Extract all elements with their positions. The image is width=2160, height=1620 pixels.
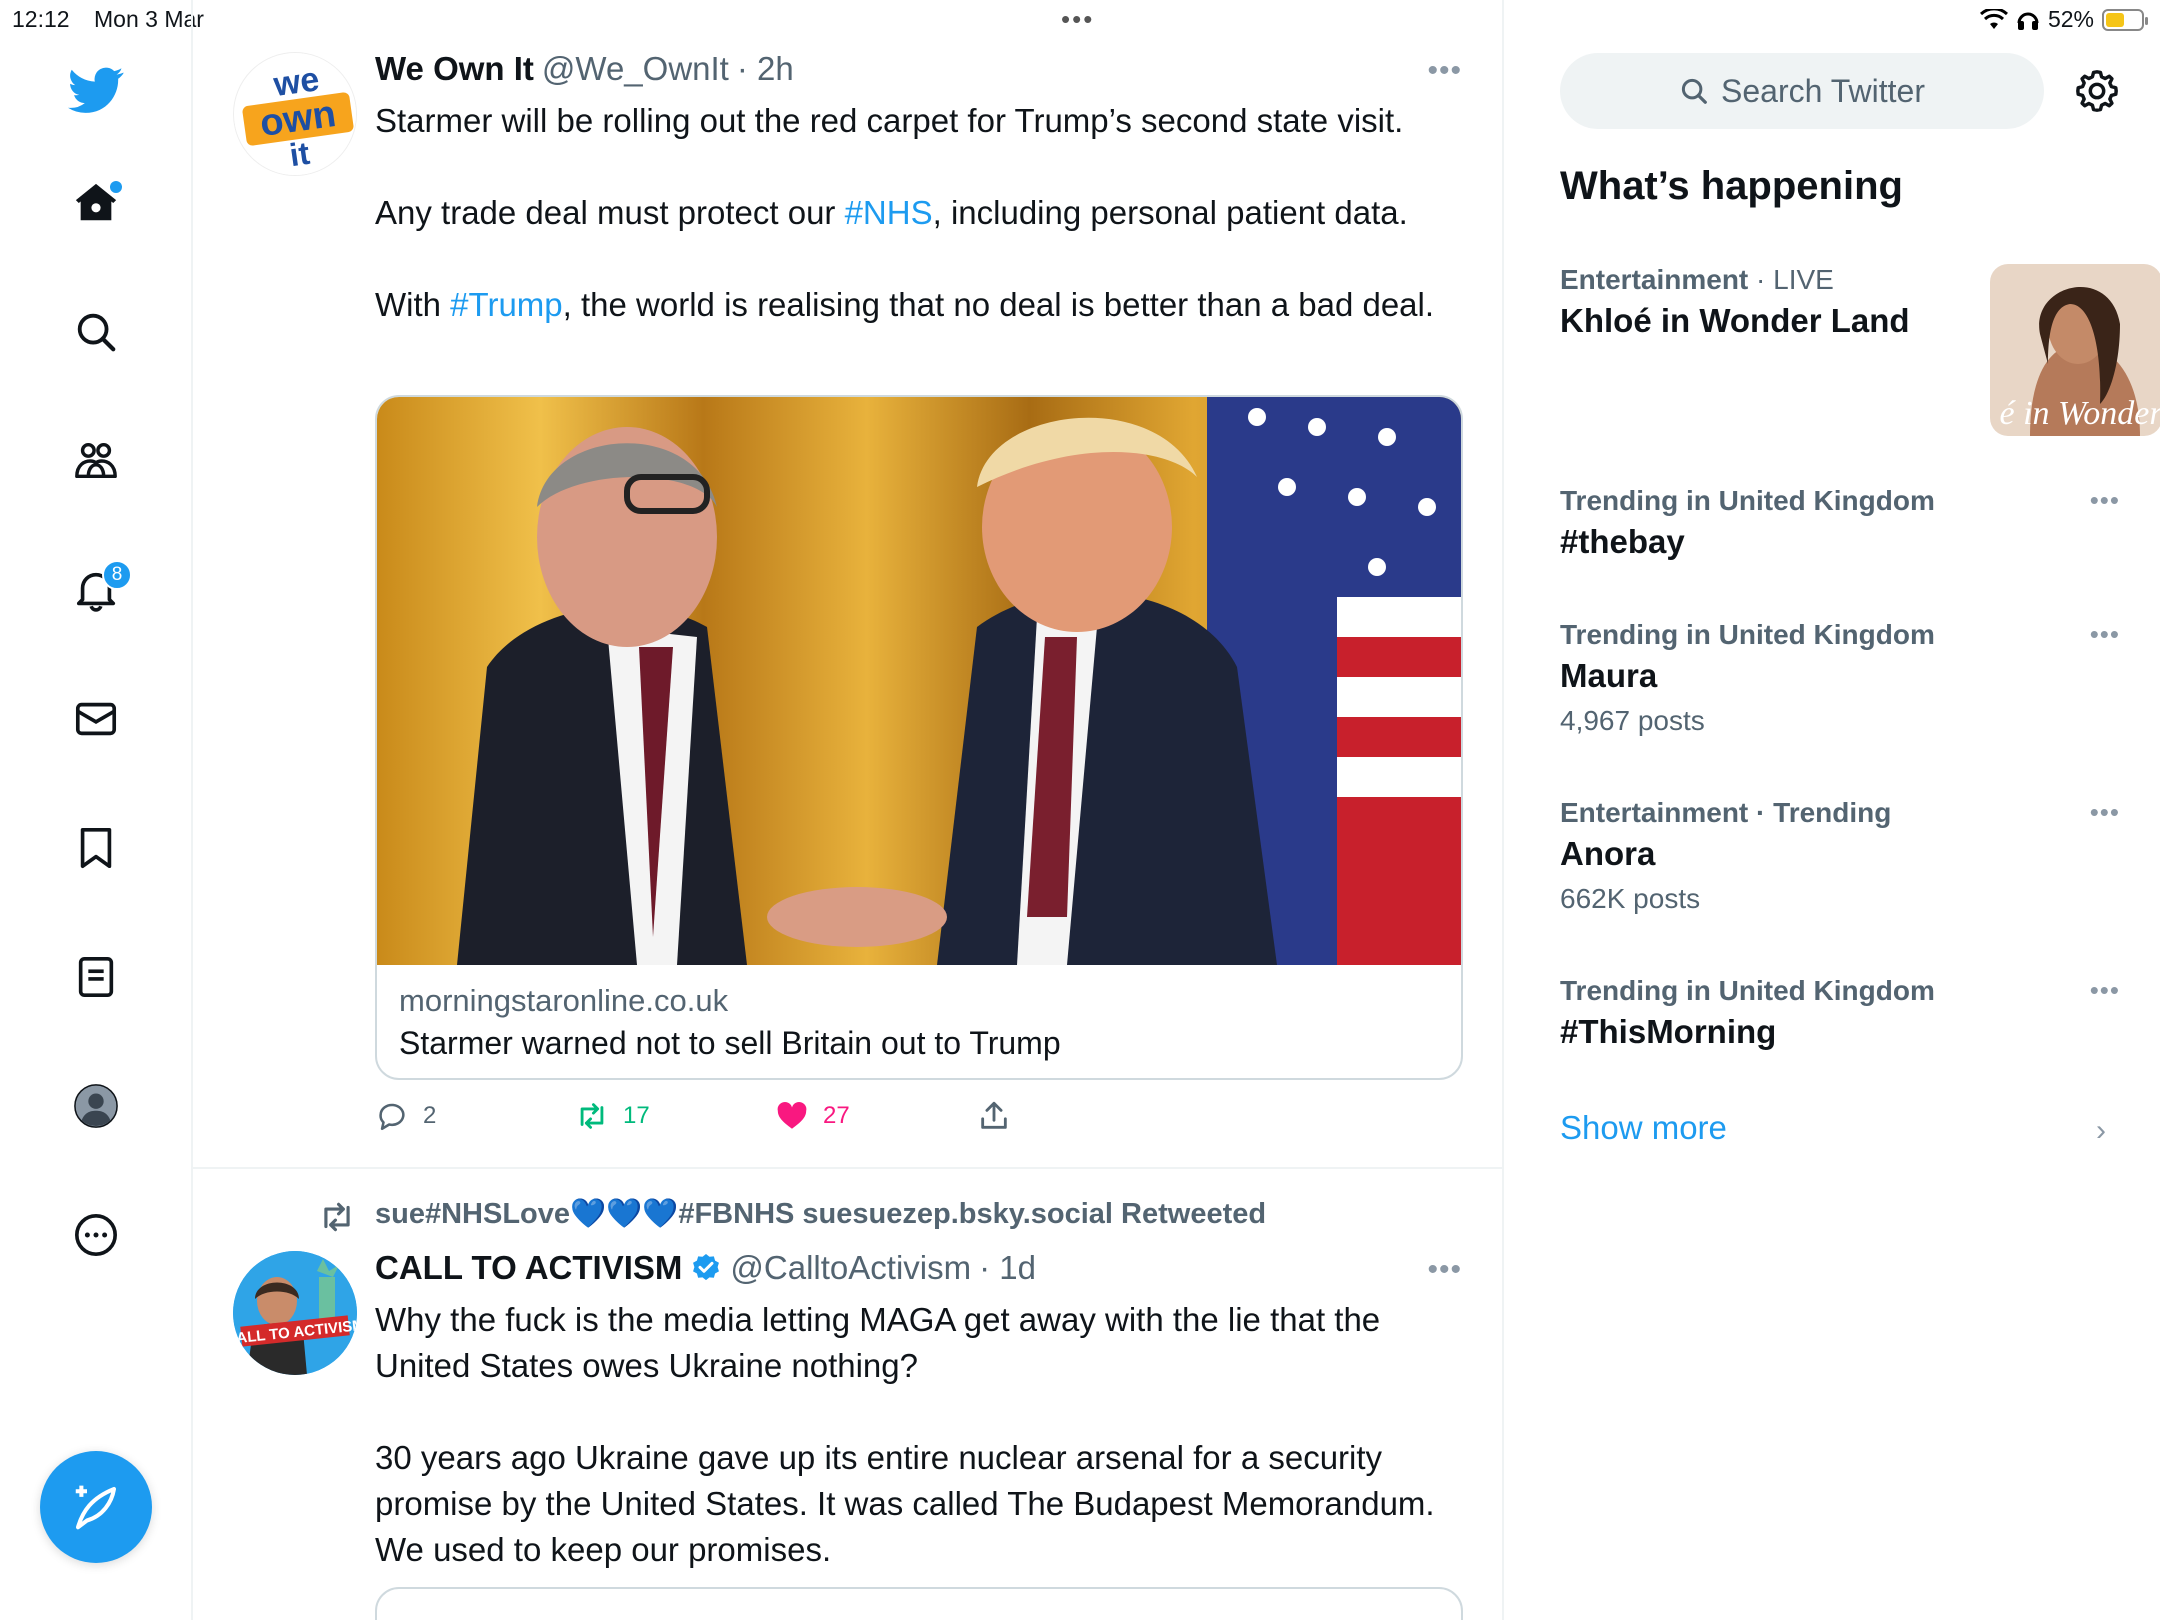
link-card[interactable]	[375, 1587, 1463, 1620]
tweet-text: Why the fuck is the media letting MAGA g…	[375, 1297, 1455, 1573]
nav-explore[interactable]	[66, 302, 126, 362]
trend-more-icon[interactable]: •••	[2090, 619, 2120, 650]
call-to-activism-logo: CALL TO ACTIVISM	[233, 1251, 357, 1375]
link-card-image	[377, 397, 1461, 965]
author-name[interactable]: CALL TO ACTIVISM	[375, 1249, 682, 1287]
nav-messages[interactable]	[66, 689, 126, 749]
trend-name: #thebay	[1560, 523, 1685, 560]
retweet-icon	[580, 1103, 604, 1129]
search-input[interactable]: Search Twitter	[1560, 53, 2044, 129]
retweet-button[interactable]: 17	[575, 1099, 650, 1133]
link-card-title: Starmer warned not to sell Britain out t…	[399, 1025, 1061, 1061]
people-icon	[75, 442, 117, 479]
reply-button[interactable]: 2	[375, 1099, 436, 1133]
author-name[interactable]: We Own It	[375, 50, 534, 88]
notifications-badge: 8	[102, 560, 132, 590]
heart-icon	[777, 1101, 807, 1129]
sidebar: Search Twitter What’s happening Entertai…	[1506, 0, 2160, 1620]
author-handle[interactable]: @We_OwnIt	[542, 50, 729, 88]
tweet-header: We Own It @We_OwnIt · 2h	[375, 50, 794, 88]
trend-item[interactable]: Trending in United Kingdom Maura 4,967 p…	[1560, 619, 2120, 737]
retweeted-by[interactable]: sue#NHSLove💙💙💙#FBNHS suesuezep.bsky.soci…	[375, 1197, 1266, 1231]
trend-more-icon[interactable]: •••	[2090, 485, 2120, 516]
tweet-paragraph: With #Trump, the world is realising that…	[375, 286, 1435, 323]
trend-posts: 4,967 posts	[1560, 705, 1705, 736]
nav-rail: 8	[0, 0, 193, 1620]
reply-count: 2	[423, 1102, 437, 1129]
trend-more-icon[interactable]: •••	[2090, 797, 2120, 828]
search-placeholder: Search Twitter	[1721, 72, 1925, 109]
trend-category: Trending in United Kingdom	[1560, 975, 1935, 1006]
verified-badge-icon	[693, 1254, 720, 1281]
author-handle[interactable]: @CalltoActivism	[730, 1249, 971, 1287]
tweet-paragraph: Why the fuck is the media letting MAGA g…	[375, 1301, 1381, 1384]
nav-more[interactable]	[66, 1205, 126, 1265]
trend-item[interactable]: Entertainment · LIVE Khloé in Wonder Lan…	[1560, 264, 2160, 436]
link-card-domain: morningstaronline.co.uk	[399, 983, 729, 1018]
trend-item[interactable]: Trending in United Kingdom #thebay •••	[1560, 485, 2120, 561]
trend-thumbnail-text: é in Wonder l	[1999, 395, 2160, 432]
tweet-time[interactable]: · 1d	[979, 1249, 1036, 1287]
nav-lists[interactable]	[66, 947, 126, 1007]
tweet-paragraph: Any trade deal must protect our #NHS, in…	[375, 194, 1408, 231]
nav-communities[interactable]	[66, 431, 126, 491]
tweet-more-icon[interactable]: •••	[1427, 1253, 1462, 1287]
trend-name: Anora	[1560, 835, 1656, 872]
list-icon	[78, 956, 114, 998]
trend-category: Entertainment · Trending	[1560, 797, 1892, 828]
retweeted-icon	[324, 1202, 350, 1232]
retweet-count: 17	[623, 1102, 650, 1129]
search-icon	[1681, 78, 1707, 104]
nav-bookmarks[interactable]	[66, 818, 126, 878]
like-count: 27	[823, 1102, 850, 1129]
more-icon	[75, 1214, 117, 1256]
timeline: we own it We Own It @We_OwnIt · 2h ••• S…	[193, 0, 1504, 1620]
nav-profile[interactable]	[66, 1076, 126, 1136]
tweet-header: CALL TO ACTIVISM @CalltoActivism · 1d	[375, 1249, 1036, 1287]
hashtag-link[interactable]: #NHS	[845, 194, 933, 231]
gear-icon[interactable]	[2074, 68, 2120, 114]
tweet-actions: 2 17 27	[375, 1099, 1375, 1139]
tweet-paragraph: 30 years ago Ukraine gave up its entire …	[375, 1439, 1435, 1568]
profile-icon	[74, 1084, 118, 1128]
tweet-text: Starmer will be rolling out the red carp…	[375, 98, 1455, 328]
avatar[interactable]: CALL TO ACTIVISM	[233, 1251, 357, 1375]
show-more-link[interactable]: Show more	[1560, 1109, 1727, 1147]
trend-name: Maura	[1560, 657, 1658, 694]
trend-thumbnail: é in Wonder l	[1990, 264, 2160, 436]
share-button[interactable]	[977, 1099, 1011, 1133]
trend-category: Trending in United Kingdom	[1560, 485, 1935, 516]
hashtag-link[interactable]: #Trump	[450, 286, 562, 323]
compose-button[interactable]	[40, 1451, 152, 1563]
bookmark-icon	[80, 827, 112, 869]
tweet-divider	[193, 1167, 1502, 1169]
search-icon	[77, 313, 116, 352]
chevron-right-icon[interactable]: ›	[2096, 1114, 2106, 1148]
trend-more-icon[interactable]: •••	[2090, 975, 2120, 1006]
nav-notifications[interactable]: 8	[66, 560, 132, 620]
trend-item[interactable]: Trending in United Kingdom #ThisMorning …	[1560, 975, 2120, 1051]
compose-feather-icon	[75, 1485, 117, 1530]
trend-name: #ThisMorning	[1560, 1013, 1777, 1050]
tweet-time[interactable]: · 2h	[737, 50, 794, 88]
twitter-logo-icon[interactable]	[66, 60, 126, 120]
tweet-paragraph: Starmer will be rolling out the red carp…	[375, 102, 1404, 139]
link-card[interactable]: morningstaronline.co.uk Starmer warned n…	[375, 395, 1463, 1080]
reply-icon	[379, 1103, 405, 1131]
nav-home[interactable]	[66, 173, 126, 233]
like-button[interactable]: 27	[775, 1099, 850, 1133]
mail-icon	[75, 702, 117, 736]
avatar[interactable]: we own it	[233, 52, 357, 176]
home-new-dot	[110, 181, 122, 193]
tweet-more-icon[interactable]: •••	[1427, 54, 1462, 88]
share-icon	[981, 1101, 1007, 1129]
trend-category: Trending in United Kingdom	[1560, 619, 1935, 650]
we-own-it-logo: we own it	[234, 53, 356, 175]
trend-item[interactable]: Entertainment · Trending Anora 662K post…	[1560, 797, 2120, 915]
whats-happening-title: What’s happening	[1560, 164, 1903, 208]
trend-posts: 662K posts	[1560, 883, 1701, 914]
